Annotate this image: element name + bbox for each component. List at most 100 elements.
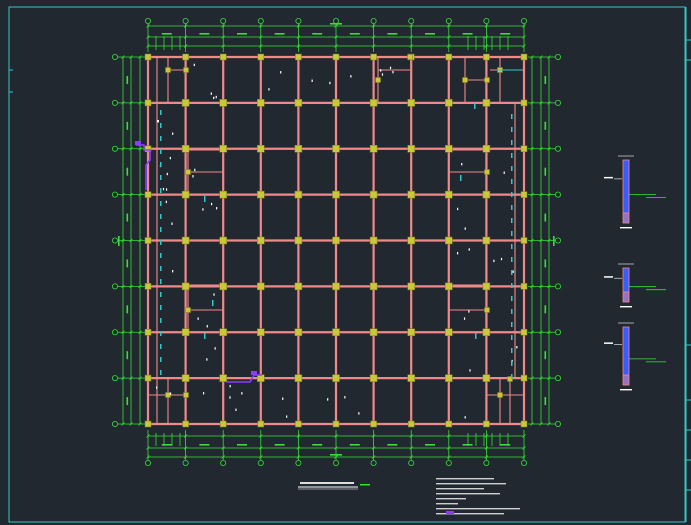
annotation-mark [210,202,213,206]
cyan-mark-left [160,344,162,349]
dim-text-mark-bottom [387,444,398,446]
overall-dim-text-top [330,23,342,25]
annotation-mark [193,63,195,67]
column [181,328,190,336]
column [332,190,340,199]
column [182,53,189,61]
annotation-mark [350,75,352,78]
annotation-mark [235,408,237,411]
cyan-mark-left [160,149,162,154]
column [219,53,227,61]
column [407,282,415,291]
column [332,282,340,291]
cyan-mark-right [511,244,513,249]
column [181,236,190,245]
purple-tag-left [135,141,141,145]
cyan-mark-left [160,240,162,245]
column [482,236,491,245]
annotation-mark [503,171,505,174]
cyan-mark-right [511,335,513,340]
annotation-mark [162,187,165,191]
secondary-column [407,54,413,60]
cyan-mark-right [511,270,513,275]
secondary-column [165,67,171,73]
detail-caption-mark [620,306,632,308]
column [369,328,378,336]
annotation-mark [457,207,459,211]
column [407,420,415,428]
column [520,99,528,107]
cyan-mark [204,333,206,339]
column [445,236,453,245]
dim-text-mark-bottom [425,444,435,446]
cyan-mark-left [160,279,162,284]
annotation-mark [203,392,205,395]
cyan-mark-left [160,188,162,193]
note-line [436,483,506,485]
cyan-mark-right [511,296,513,301]
cyan-mark-left [160,318,162,323]
column [219,190,227,199]
annotation-mark [469,369,471,372]
column [445,420,453,428]
column [294,99,303,107]
note-line [436,508,520,510]
cyan-mark-left [160,370,162,375]
dim-text-mark-left [126,397,129,406]
note-line [436,493,500,495]
cad-drawing-canvas [0,0,691,525]
column [294,374,303,382]
column [257,282,265,291]
column [182,420,189,428]
column [482,282,491,291]
column [144,237,152,244]
column [181,190,190,199]
column [445,328,453,336]
annotation-mark [169,392,172,395]
column [369,99,378,107]
column [332,328,340,336]
dim-text-mark-left [126,213,129,222]
cyan-mark-left [160,253,162,258]
cyan-mark-left [160,162,162,167]
column [520,420,528,428]
annotation-mark [206,358,208,361]
column [295,53,302,61]
note-line [436,503,458,505]
cyan-mark-left [160,110,162,115]
cyan-mark-left [160,201,162,206]
detail-label-mark [604,176,613,179]
column [144,329,152,336]
annotation-mark [156,386,158,389]
annotation-mark [389,66,392,70]
column [407,236,415,245]
column [482,145,491,153]
annotation-mark [280,71,282,74]
column [369,236,378,245]
column [219,282,227,291]
column [369,190,378,199]
column [407,374,415,382]
annotation-mark [456,252,459,255]
annotation-mark [215,95,217,99]
annotation-mark [381,73,384,76]
dim-text-mark-left [126,121,129,130]
cyan-mark [212,300,214,306]
column [257,99,265,107]
column [181,145,190,153]
annotation-mark [216,207,218,210]
column [332,374,340,382]
column [482,190,491,199]
dim-text-mark-right [544,213,547,222]
dim-text-mark-bottom [237,444,247,446]
annotation-mark [468,310,470,313]
column [520,283,528,290]
column [369,145,378,153]
cyan-mark [475,333,477,339]
column [483,53,490,61]
annotation-mark [493,259,495,263]
column [144,53,152,61]
dim-text-mark-left [126,305,129,314]
annotation-mark [358,412,360,415]
dim-text-mark-bottom [312,444,323,446]
